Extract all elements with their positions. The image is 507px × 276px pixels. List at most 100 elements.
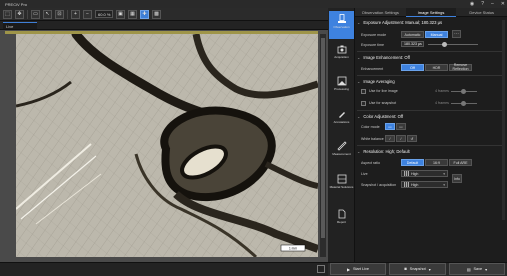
averaging-live-slider[interactable]: [451, 89, 477, 94]
toolbar-divider: [67, 9, 68, 19]
nav-measurement[interactable]: Measurement: [329, 138, 354, 166]
section-divider: [357, 145, 503, 146]
crosshair-icon[interactable]: ✚: [140, 9, 149, 19]
exposure-time-slider[interactable]: [428, 42, 478, 47]
image-tab-bar: Live: [0, 21, 328, 30]
enhancement-toggle: Off HDR Remove Reflection: [401, 63, 472, 71]
save-button[interactable]: ▤ Save ▾: [449, 263, 505, 275]
white-balance-label: White balance: [361, 137, 384, 141]
averaging-live-checkbox[interactable]: [361, 89, 366, 94]
resolution-header-text: Resolution: High; Default: [363, 148, 410, 154]
nav-label: Acquisition: [334, 55, 349, 59]
arrow-icon[interactable]: ↖: [43, 9, 52, 19]
enhancement-section-header[interactable]: ⌄ Image Enhancement: Off: [357, 54, 505, 60]
layout-icon[interactable]: [317, 265, 325, 273]
tab-device-status[interactable]: Device Status: [456, 8, 507, 17]
enhancement-header-text: Image Enhancement: Off: [363, 54, 410, 60]
material-solutions-icon: [337, 174, 347, 184]
fit-window-icon[interactable]: ▣: [116, 9, 125, 19]
snapshot-resolution-select[interactable]: High ▾: [401, 181, 448, 188]
aspect-16-9-option[interactable]: 16:9: [425, 159, 448, 166]
zoom-in-icon[interactable]: +: [71, 9, 80, 19]
exposure-automatic-option[interactable]: Automatic: [401, 31, 424, 38]
pan-tool-icon[interactable]: ✥: [15, 9, 24, 19]
eyedropper-icon[interactable]: ⁄: [385, 135, 395, 142]
close-icon[interactable]: ✕: [501, 1, 505, 7]
exposure-section-header[interactable]: ⌄ Exposure Adjustment: Manual; 180.323 µ…: [357, 19, 505, 25]
nav-material-solutions[interactable]: Material Solutions: [329, 171, 354, 203]
enhancement-hdr-option[interactable]: HDR: [425, 64, 448, 71]
slider-knob[interactable]: [461, 101, 466, 106]
exposure-time-input[interactable]: 180.323 µs: [401, 41, 424, 47]
reset-icon[interactable]: ↺: [407, 135, 417, 142]
exposure-manual-option[interactable]: Manual: [425, 31, 448, 38]
snapshot-label: Snapshot: [409, 267, 426, 271]
aspect-default-option[interactable]: Default: [401, 159, 424, 166]
chevron-down-icon: ⌄: [357, 78, 361, 84]
eyedropper-reset-icon[interactable]: ⁄: [396, 135, 406, 142]
zoom-out-icon[interactable]: −: [83, 9, 92, 19]
chevron-down-icon: ⌄: [357, 148, 361, 154]
live-resolution-select[interactable]: High ▾: [401, 170, 448, 177]
chevron-down-icon: ▾: [443, 171, 445, 176]
chevron-down-icon: ▾: [428, 267, 431, 272]
tool-navigation: Observation Acquisition Processing Annot…: [328, 8, 355, 262]
chevron-down-icon: ⌄: [357, 54, 361, 60]
tab-observation-settings[interactable]: Observation Settings: [355, 8, 406, 17]
actual-size-icon[interactable]: ▦: [128, 9, 137, 19]
app-window: PRECiV Pro ◉ ? – ✕ ⬚ ✥ ▭ ↖ ⊡ + − 60.0 % …: [0, 0, 507, 276]
resolution-info-button[interactable]: Info: [452, 174, 462, 183]
micrograph: 1 mm: [16, 34, 318, 257]
averaging-snapshot-value: 4 frames: [435, 101, 449, 105]
viewer-scrollbar[interactable]: [320, 34, 326, 257]
chevron-down-icon: ▾: [485, 267, 488, 272]
nav-report[interactable]: Report: [329, 206, 354, 234]
averaging-snapshot-slider[interactable]: [451, 101, 477, 106]
nav-annotations[interactable]: Annotations: [329, 106, 354, 134]
scale-bar-label: 1 mm: [289, 247, 297, 251]
panel-scrollbar[interactable]: [502, 20, 505, 220]
save-label: Save: [473, 267, 483, 271]
averaging-snapshot-checkbox[interactable]: [361, 101, 366, 106]
averaging-section-header[interactable]: ⌄ Image Averaging: [357, 78, 505, 84]
exposure-settings-icon[interactable]: ⋯: [452, 30, 461, 38]
nav-label: Annotations: [333, 120, 350, 124]
tab-image-settings[interactable]: Image Settings: [405, 8, 457, 17]
nav-acquisition[interactable]: Acquisition: [329, 41, 354, 69]
resolution-section-header[interactable]: ⌄ Resolution: High; Default: [357, 148, 505, 154]
slider-knob[interactable]: [461, 89, 466, 94]
select-tool-icon[interactable]: ⬚: [3, 9, 12, 19]
slider-knob[interactable]: [442, 42, 447, 47]
nav-label: Measurement: [332, 152, 351, 156]
image-tab-live[interactable]: Live: [3, 22, 37, 29]
start-live-button[interactable]: ▶ Start Live: [330, 263, 386, 275]
nav-observation[interactable]: Observation: [329, 11, 354, 39]
zoom-level[interactable]: 60.0 %: [95, 10, 113, 18]
camera-icon: ◙: [404, 267, 407, 271]
exposure-mode-label: Exposure mode: [361, 33, 387, 37]
enhancement-label: Enhancement: [361, 67, 384, 71]
aspect-full-option[interactable]: Full ARE: [449, 159, 472, 166]
minimize-icon[interactable]: –: [491, 1, 494, 7]
averaging-live-value: 4 frames: [435, 89, 449, 93]
snapshot-button[interactable]: ◙ Snapshot ▾: [389, 263, 446, 275]
panel-tabs: Observation Settings Image Settings Devi…: [355, 8, 507, 17]
nav-label: Report: [336, 220, 346, 224]
white-balance-buttons: ⁄ ⁄ ↺: [385, 135, 417, 142]
color-mode-mono-option[interactable]: ▭: [396, 123, 406, 130]
microscope-image[interactable]: 1 mm: [16, 34, 318, 257]
image-tab-label: Live: [6, 23, 14, 29]
grid-icon[interactable]: ▩: [152, 9, 161, 19]
enhancement-remove-reflection-option[interactable]: Remove Reflection: [449, 63, 472, 71]
frame-icon[interactable]: ▭: [31, 9, 40, 19]
crop-icon[interactable]: ⊡: [55, 9, 64, 19]
chevron-down-icon: ▾: [443, 182, 445, 187]
color-section-header[interactable]: ⌄ Color Adjustment: Off: [357, 113, 505, 119]
nav-processing[interactable]: Processing: [329, 73, 354, 101]
user-icon[interactable]: ◉: [470, 1, 474, 7]
help-icon[interactable]: ?: [481, 1, 484, 7]
color-mode-color-option[interactable]: ▭: [385, 123, 395, 130]
aspect-ratio-label: Aspect ratio: [361, 161, 380, 165]
enhancement-off-option[interactable]: Off: [401, 64, 424, 71]
scrollbar-thumb[interactable]: [321, 38, 325, 238]
